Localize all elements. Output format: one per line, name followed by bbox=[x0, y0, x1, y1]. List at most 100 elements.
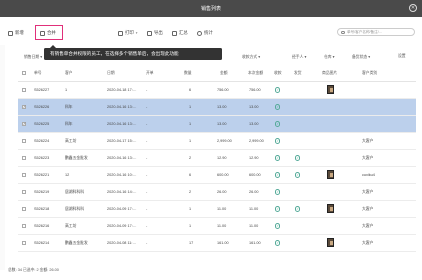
table-row[interactable]: S526218 居湖科科科 2020-04-09 17:… - 1 11.00 11.00 ✓… bbox=[18, 201, 416, 218]
settings-link[interactable]: 设置 bbox=[398, 54, 406, 59]
summary-button[interactable]: 汇总 bbox=[172, 29, 188, 37]
col-amount: 金额 bbox=[220, 71, 228, 75]
export-icon bbox=[147, 30, 152, 36]
close-icon[interactable]: ✕ bbox=[409, 4, 417, 12]
filter-date[interactable]: 销售日期 ▾ bbox=[24, 54, 42, 60]
cell-customer: 1 bbox=[65, 88, 68, 93]
chevron-down-icon: ▾ bbox=[135, 31, 138, 35]
print-label: 打印 bbox=[125, 30, 134, 35]
cell-customer: 高工坊 bbox=[65, 224, 77, 229]
row-checkbox[interactable] bbox=[22, 139, 26, 143]
print-button[interactable]: 打印 ▾ bbox=[118, 29, 138, 37]
cell-date: 2020-04-16 10:… bbox=[107, 173, 137, 178]
cell-date: 2020-04-09 17:… bbox=[107, 207, 137, 212]
cell-amount: 13.00 bbox=[217, 122, 227, 127]
cell-amount: 11.00 bbox=[217, 207, 227, 212]
col-customer: 客户 bbox=[65, 71, 73, 75]
table-footer: 总数: 34 已选中: 2 金额: 26.00 bbox=[8, 268, 59, 272]
cell-qty: 6 bbox=[189, 173, 192, 178]
cell-qty: 1 bbox=[189, 207, 192, 212]
table-row[interactable]: S526214 鹏鑫五金批发 2020-04-08 11:… - 17 161.00 161… bbox=[18, 235, 416, 252]
received-check-icon: ✓ bbox=[275, 104, 281, 110]
cell-paid: 11.00 bbox=[249, 207, 259, 212]
cell-type: 大客户 bbox=[362, 139, 374, 144]
cell-customer: 高工坊 bbox=[65, 139, 77, 144]
table-row[interactable]: S526221 12 2020-04-16 10:… - 6 600.00 600.00 ✓ ✓… bbox=[18, 167, 416, 184]
row-checkbox[interactable] bbox=[22, 224, 26, 228]
cell-paid: 161.00 bbox=[249, 241, 261, 246]
cell-type: 大客户 bbox=[362, 224, 374, 229]
received-check-icon: ✓ bbox=[275, 172, 281, 178]
filter-handler[interactable]: 经手人 ▾ bbox=[292, 54, 306, 60]
cell-creator: - bbox=[146, 156, 148, 161]
received-check-icon: ✓ bbox=[275, 87, 281, 93]
cell-qty: 1 bbox=[189, 224, 192, 229]
new-button[interactable]: 新增 bbox=[8, 29, 24, 37]
table-row[interactable]: S526224 高工坊 2020-04-17 15:… - 1 2,999.00 2,999… bbox=[18, 133, 416, 150]
row-checkbox[interactable] bbox=[22, 190, 26, 194]
product-thumbnail[interactable] bbox=[327, 170, 334, 179]
row-checkbox[interactable]: ✓ bbox=[22, 122, 26, 126]
filter-warehouse[interactable]: 仓库 ▾ bbox=[324, 54, 335, 60]
cell-date: 2020-04-16 14:… bbox=[107, 190, 137, 195]
stats-label: 统计 bbox=[204, 30, 213, 35]
received-check-icon: ✓ bbox=[275, 206, 281, 212]
row-checkbox[interactable] bbox=[22, 173, 26, 177]
cell-creator: - bbox=[146, 207, 148, 212]
cell-customer: 12 bbox=[65, 173, 70, 178]
received-check-icon: ✓ bbox=[275, 121, 281, 127]
summary-icon bbox=[172, 30, 177, 36]
product-thumbnail[interactable] bbox=[327, 238, 334, 247]
stats-icon bbox=[197, 30, 202, 36]
cell-creator: - bbox=[146, 224, 148, 229]
table-row[interactable]: ✓ S526225 科年 2020-04-16 13:… - 1 13.00 13.00 ✓ bbox=[18, 116, 416, 133]
cell-creator: - bbox=[146, 190, 148, 195]
table-row[interactable]: ✓ S526226 科年 2020-04-16 13:… - 1 13.00 13.00 ✓ bbox=[18, 99, 416, 116]
cell-creator: - bbox=[146, 88, 148, 93]
table-header: 单号 客户 日期 开单 数量 金额 本次金额 收款 发货 商品图片 客户类别 bbox=[18, 64, 416, 82]
col-ship: 发货 bbox=[294, 71, 302, 75]
received-check-icon: ✓ bbox=[275, 138, 281, 144]
cell-id: S526221 bbox=[34, 173, 50, 178]
table-row[interactable]: S526223 鹏鑫五金批发 2020-04-16 13:… - 2 12.90 12.90… bbox=[18, 150, 416, 167]
stats-button[interactable]: 统计 bbox=[197, 29, 213, 37]
cell-amount: 2,999.00 bbox=[217, 139, 232, 144]
row-checkbox[interactable] bbox=[22, 241, 26, 245]
table-row[interactable]: S526227 1 2020-04-18 17:… - 6 756.00 756.00 ✓ bbox=[18, 82, 416, 99]
filter-payment[interactable]: 收款方式 ▾ bbox=[242, 54, 260, 60]
row-checkbox[interactable] bbox=[22, 88, 26, 92]
merge-tooltip: 有销售单合并权限的员工，在选择多个销售单后，会出现此功能 bbox=[44, 45, 222, 60]
product-thumbnail[interactable] bbox=[327, 204, 334, 213]
cell-type: 大客户 bbox=[362, 207, 374, 212]
cell-paid: 26.00 bbox=[249, 190, 259, 195]
cell-paid: 756.00 bbox=[249, 88, 261, 93]
cell-id: S526216 bbox=[34, 224, 50, 229]
cell-id: S526223 bbox=[34, 156, 50, 161]
row-checkbox[interactable] bbox=[22, 156, 26, 160]
received-check-icon: ✓ bbox=[275, 223, 281, 229]
row-checkbox[interactable] bbox=[22, 207, 26, 211]
cell-qty: 6 bbox=[189, 88, 192, 93]
cell-customer: 居湖科科科 bbox=[65, 207, 84, 212]
product-thumbnail[interactable] bbox=[327, 85, 334, 94]
received-check-icon: ✓ bbox=[275, 189, 281, 195]
cell-type: cuxiku4 bbox=[362, 173, 375, 178]
search-input[interactable]: 单号/客户名称/备注/… bbox=[337, 28, 415, 36]
cell-date: 2020-04-08 11:… bbox=[107, 241, 137, 246]
window-titlebar: 销售列表 ✕ bbox=[0, 0, 422, 17]
select-all-checkbox[interactable] bbox=[22, 71, 26, 75]
cell-creator: - bbox=[146, 241, 148, 246]
cell-date: 2020-04-18 17:… bbox=[107, 88, 137, 93]
cell-qty: 1 bbox=[189, 139, 192, 144]
cell-type: 大客户 bbox=[362, 190, 374, 195]
table-row[interactable]: S526216 高工坊 2020-04-09 17:… - 1 11.00 11.00 ✓ 大客… bbox=[18, 218, 416, 235]
new-icon bbox=[8, 30, 13, 36]
cell-id: S526218 bbox=[34, 207, 50, 212]
row-checkbox[interactable]: ✓ bbox=[22, 105, 26, 109]
table-row[interactable]: S526219 居湖科科科 2020-04-16 14:… - 2 26.00 26.00 ✓… bbox=[18, 184, 416, 201]
filter-stock[interactable]: 备货状态 ▾ bbox=[352, 54, 370, 60]
cell-date: 2020-04-16 13:… bbox=[107, 105, 137, 110]
search-placeholder: 单号/客户名称/备注/… bbox=[347, 30, 383, 34]
export-button[interactable]: 导出 bbox=[147, 29, 163, 37]
cell-id: S526225 bbox=[34, 122, 50, 127]
